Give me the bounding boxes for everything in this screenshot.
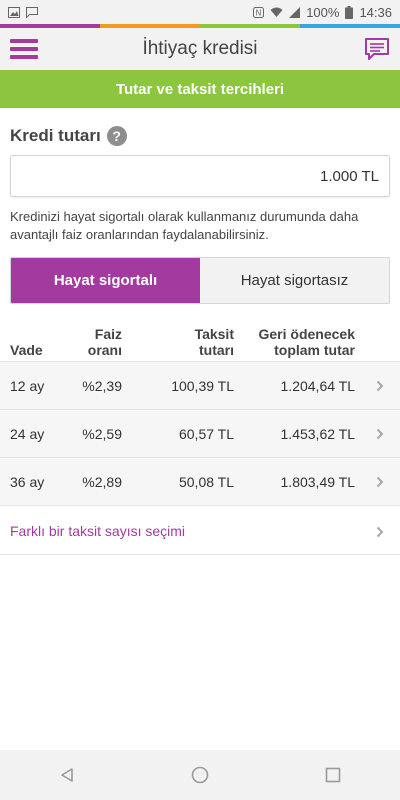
amount-label-row: Kredi tutarı ? [10, 126, 127, 146]
amount-input[interactable] [10, 155, 390, 197]
cell-faiz: %2,59 [82, 426, 122, 442]
status-left [8, 6, 38, 18]
cell-toplam: 1.803,49 TL [280, 474, 355, 490]
cell-taksit: 60,57 TL [178, 426, 234, 442]
svg-text:N: N [256, 8, 262, 17]
status-bar: N 100% 14:36 [0, 0, 400, 24]
cell-toplam: 1.453,62 TL [280, 426, 355, 442]
toggle-without-insurance[interactable]: Hayat sigortasız [200, 258, 389, 303]
chevron-right-icon [376, 362, 384, 410]
header-vade: Vade [10, 342, 43, 358]
chevron-right-icon [376, 410, 384, 458]
wifi-icon [270, 7, 283, 17]
toggle-with-insurance[interactable]: Hayat sigortalı [11, 258, 200, 303]
table-row[interactable]: 24 ay %2,59 60,57 TL 1.453,62 TL [0, 410, 400, 458]
header-faiz-line1: Faiz [94, 326, 122, 342]
cell-taksit: 100,39 TL [171, 378, 234, 394]
app-bar: İhtiyaç kredisi [0, 28, 400, 70]
cell-faiz: %2,89 [82, 474, 122, 490]
cell-vade: 24 ay [10, 426, 45, 442]
section-banner-label: Tutar ve taksit tercihleri [115, 80, 285, 98]
page-title: İhtiyaç kredisi [142, 38, 258, 59]
section-banner: Tutar ve taksit tercihleri [0, 70, 400, 108]
installment-rows: 12 ay %2,39 100,39 TL 1.204,64 TL 24 ay … [0, 362, 400, 506]
table-row[interactable]: 36 ay %2,89 50,08 TL 1.803,49 TL [0, 458, 400, 506]
hamburger-icon[interactable] [10, 37, 38, 61]
message-icon [26, 6, 38, 18]
info-text: Kredinizi hayat sigortalı olarak kullanm… [10, 209, 359, 242]
table-row[interactable]: 12 ay %2,39 100,39 TL 1.204,64 TL [0, 362, 400, 410]
other-installment-label: Farklı bir taksit sayısı seçimi [10, 523, 186, 539]
cell-vade: 12 ay [10, 378, 45, 394]
header-taksit: Taksit tutarı [195, 326, 234, 358]
chevron-right-icon [376, 508, 384, 555]
header-geri-line1: Geri ödenecek [258, 326, 356, 342]
amount-label: Kredi tutarı [10, 126, 101, 145]
chat-icon[interactable] [364, 36, 390, 62]
cell-faiz: %2,39 [82, 378, 122, 394]
recents-icon[interactable] [318, 760, 348, 790]
header-faiz-line2: oranı [87, 342, 122, 358]
insurance-toggle: Hayat sigortalı Hayat sigortasız [10, 257, 390, 304]
cell-toplam: 1.204,64 TL [280, 378, 355, 394]
battery-icon [345, 5, 354, 19]
header-faiz: Faiz oranı [88, 326, 122, 358]
table-header: Vade Faiz oranı Taksit tutarı Geri ödene… [0, 322, 400, 362]
chevron-right-icon [376, 458, 384, 506]
battery-percent: 100% [306, 4, 340, 20]
cell-vade: 36 ay [10, 474, 45, 490]
header-taksit-line1: Taksit [194, 326, 234, 342]
status-right: N 100% 14:36 [253, 5, 392, 20]
signal-icon [289, 6, 301, 18]
image-icon [8, 6, 20, 18]
other-installment-option[interactable]: Farklı bir taksit sayısı seçimi [0, 508, 400, 555]
header-geri: Geri ödenecek toplam tutar [259, 326, 356, 358]
system-nav-bar [0, 750, 400, 800]
header-geri-line2: toplam tutar [274, 342, 355, 358]
cell-taksit: 50,08 TL [178, 474, 234, 490]
back-icon[interactable] [52, 760, 82, 790]
nfc-icon: N [253, 6, 265, 18]
home-icon[interactable] [185, 760, 215, 790]
header-taksit-line2: tutarı [199, 342, 234, 358]
help-icon[interactable]: ? [106, 126, 127, 146]
status-time: 14:36 [359, 4, 392, 20]
